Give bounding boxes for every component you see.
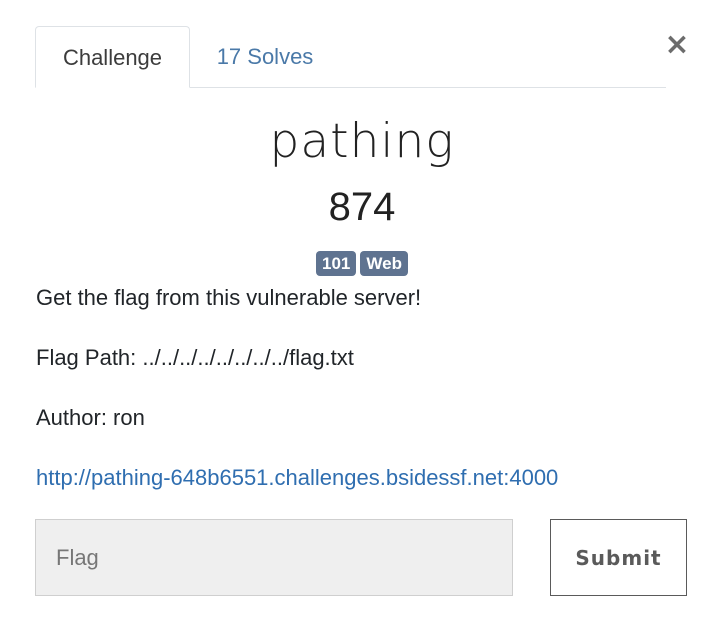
challenge-name: pathing (269, 114, 455, 169)
tag-badge: 101 (316, 251, 357, 276)
challenge-tags: 101 Web (0, 251, 724, 276)
challenge-modal: × Challenge 17 Solves pathing 874 101 We… (0, 0, 724, 633)
author-text: Author: ron (36, 405, 145, 430)
submit-button[interactable]: Submit (550, 519, 687, 596)
description-text: Get the flag from this vulnerable server… (36, 285, 422, 310)
tab-challenge[interactable]: Challenge (35, 26, 190, 88)
challenge-link-row: http://pathing-648b6551.challenges.bside… (36, 464, 558, 492)
flag-input[interactable] (35, 519, 513, 596)
flag-path-text: Flag Path: ../../../../../../../../flag.… (36, 345, 354, 370)
close-icon[interactable]: × (664, 30, 690, 60)
tag-badge: Web (360, 251, 408, 276)
challenge-link[interactable]: http://pathing-648b6551.challenges.bside… (36, 465, 558, 490)
tab-solves[interactable]: 17 Solves (190, 26, 340, 88)
challenge-points: 874 (328, 185, 396, 229)
modal-tabs: Challenge 17 Solves (35, 26, 666, 88)
